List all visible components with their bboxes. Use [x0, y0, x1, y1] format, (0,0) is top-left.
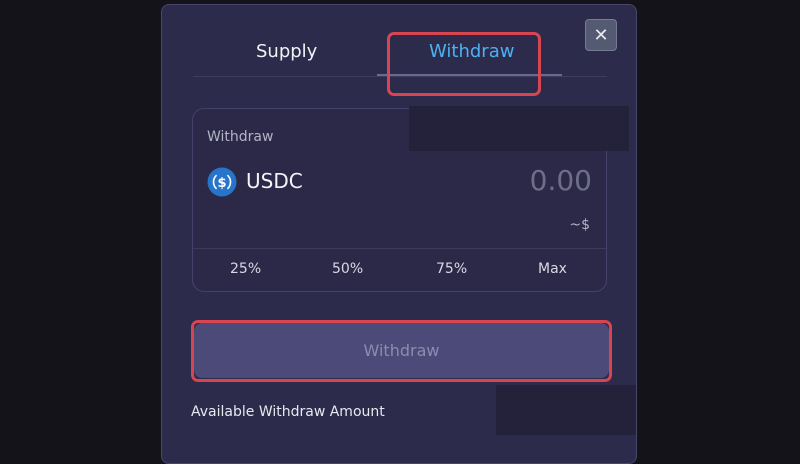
withdraw-button[interactable]: Withdraw — [194, 323, 609, 378]
percent-25-button[interactable]: 25% — [230, 261, 261, 277]
tab-supply[interactable]: Supply — [256, 41, 317, 62]
redacted-area — [496, 385, 636, 435]
panel-label: Withdraw — [207, 129, 274, 145]
amount-input[interactable] — [392, 164, 592, 197]
close-icon: ✕ — [593, 24, 609, 45]
percent-75-button[interactable]: 75% — [436, 261, 467, 277]
percent-max-button[interactable]: Max — [538, 261, 567, 277]
redacted-area — [409, 106, 629, 151]
svg-text:$: $ — [217, 176, 226, 191]
usd-value: ~$ — [569, 217, 590, 233]
close-button[interactable]: ✕ — [585, 19, 617, 51]
token-name: USDC — [246, 169, 303, 193]
usdc-icon: $ — [207, 167, 237, 197]
panel-divider — [193, 248, 606, 249]
withdraw-modal: Supply Withdraw ✕ Withdraw $ USDC ~$ 25%… — [161, 4, 637, 464]
active-tab-indicator — [377, 74, 562, 76]
percent-50-button[interactable]: 50% — [332, 261, 363, 277]
tab-withdraw[interactable]: Withdraw — [429, 41, 514, 62]
available-withdraw-label: Available Withdraw Amount — [191, 404, 385, 420]
tab-divider — [193, 76, 607, 77]
